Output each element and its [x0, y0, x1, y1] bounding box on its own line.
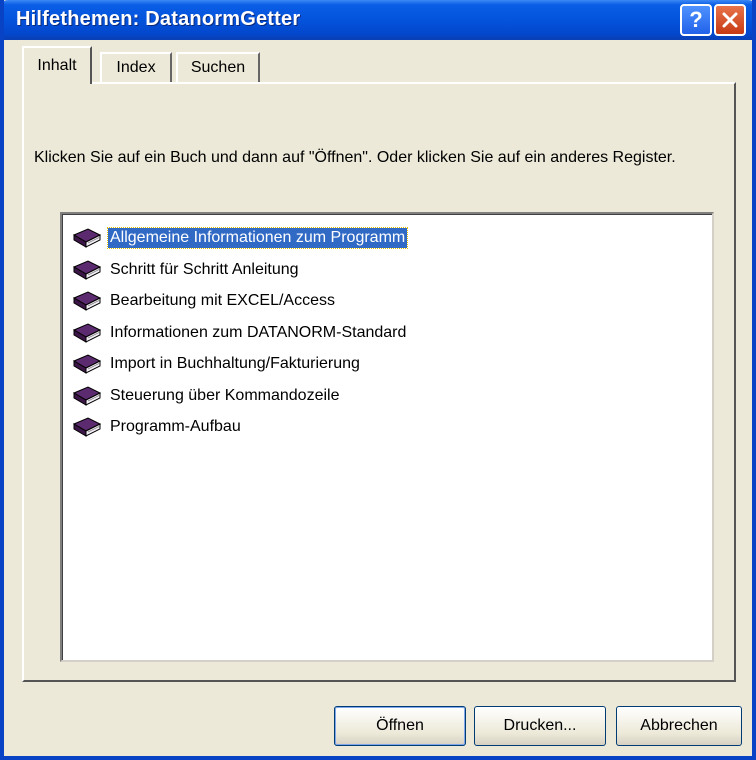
tab-inhalt[interactable]: Inhalt	[22, 46, 92, 84]
list-item[interactable]: Informationen zum DATANORM-Standard	[72, 319, 408, 347]
book-icon	[72, 289, 104, 313]
topic-label: Informationen zum DATANORM-Standard	[110, 323, 407, 341]
close-icon	[722, 12, 738, 28]
open-button-label: Öffnen	[376, 717, 424, 734]
topics-tree[interactable]: Allgemeine Informationen zum Programm Sch…	[60, 212, 714, 662]
book-icon	[72, 226, 104, 250]
topic-label: Bearbeitung mit EXCEL/Access	[110, 292, 335, 309]
tab-label: Suchen	[190, 59, 246, 76]
print-button[interactable]: Drucken...	[474, 706, 606, 746]
open-button[interactable]: Öffnen	[334, 706, 466, 746]
book-icon	[72, 352, 104, 376]
topic-label: Import in Buchhaltung/Fakturierung	[110, 355, 360, 372]
topic-label: Programm-Aufbau	[110, 418, 241, 435]
tab-label: Inhalt	[37, 57, 77, 74]
list-item[interactable]: Steuerung über Kommandozeile	[72, 382, 341, 410]
help-button[interactable]: ?	[680, 4, 712, 36]
book-icon	[72, 321, 104, 345]
list-item[interactable]: Import in Buchhaltung/Fakturierung	[72, 350, 362, 378]
cancel-button-label: Abbrechen	[640, 717, 718, 734]
topic-label: Schritt für Schritt Anleitung	[110, 260, 299, 278]
tab-label: Index	[116, 59, 156, 76]
window-title: Hilfethemen: DatanormGetter	[16, 8, 301, 30]
tab-index[interactable]: Index	[100, 52, 172, 82]
book-icon	[72, 415, 104, 439]
question-mark-icon: ?	[689, 7, 703, 32]
print-button-label: Drucken...	[503, 717, 577, 734]
topic-label: Allgemeine Informationen zum Programm	[106, 227, 409, 249]
topic-label: Steuerung über Kommandozeile	[110, 386, 340, 404]
title-bar[interactable]: Hilfethemen: DatanormGetter ?	[4, 0, 752, 40]
book-icon	[72, 258, 104, 282]
instruction-text: Klicken Sie auf ein Buch und dann auf "Ö…	[34, 149, 676, 166]
close-button[interactable]	[714, 4, 746, 36]
list-item[interactable]: Allgemeine Informationen zum Programm	[72, 224, 409, 252]
cancel-button[interactable]: Abbrechen	[616, 706, 742, 746]
list-item[interactable]: Schritt für Schritt Anleitung	[72, 256, 301, 284]
list-item[interactable]: Programm-Aufbau	[72, 413, 243, 441]
book-icon	[72, 384, 104, 408]
help-topics-dialog: Hilfethemen: DatanormGetter ? Inhalt Ind…	[0, 0, 756, 760]
list-item[interactable]: Bearbeitung mit EXCEL/Access	[72, 287, 337, 315]
tab-suchen[interactable]: Suchen	[176, 52, 260, 82]
